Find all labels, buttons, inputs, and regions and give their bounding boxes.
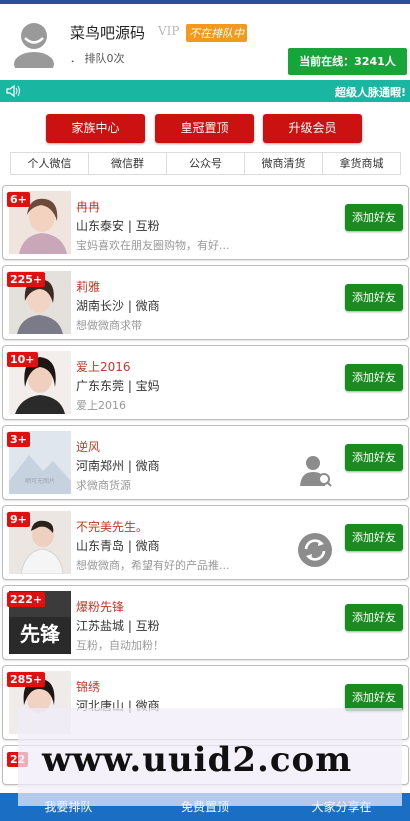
tab-wholesale-mall[interactable]: 拿货商城 — [323, 153, 400, 174]
list-item[interactable]: 9+ 不完美先生。 山东青岛 | 微商 想做微商，希望有好的产品推... 添加好… — [2, 505, 409, 580]
list-item[interactable]: 10+ 爱上2016 广东东莞 | 宝妈 爱上2016 添加好友 — [2, 345, 409, 420]
add-friend-button[interactable]: 添加好友 — [345, 204, 403, 231]
refresh-icon[interactable] — [297, 532, 333, 568]
count-badge: 6+ — [7, 192, 30, 207]
user-name[interactable]: 逆风 — [76, 438, 100, 455]
user-region: 山东泰安 | 互粉 — [76, 219, 160, 233]
list-item[interactable]: 225+ 莉雅 湖南长沙 | 微商 想做微商求带 添加好友 — [2, 265, 409, 340]
count-badge: 222+ — [7, 592, 46, 607]
add-friend-button[interactable]: 添加好友 — [345, 684, 403, 711]
speaker-icon — [6, 84, 20, 98]
count-badge: 225+ — [7, 272, 46, 287]
user-description: 想做微商求带 — [76, 319, 142, 332]
online-count-button[interactable]: 当前在线：3241人 — [288, 48, 407, 75]
user-name[interactable]: 锦绣 — [76, 678, 100, 695]
user-photo-text: 先锋 — [20, 622, 61, 646]
site-name: 菜鸟吧源码 — [70, 24, 146, 42]
count-badge: 285+ — [7, 672, 46, 687]
add-friend-button[interactable]: 添加好友 — [345, 364, 403, 391]
profile-header: 菜鸟吧源码 VIP 不在排队中 ． 排队0次 当前在线：3241人 — [0, 4, 410, 76]
add-friend-button[interactable]: 添加好友 — [345, 284, 403, 311]
user-name[interactable]: 爆粉先锋 — [76, 598, 124, 615]
user-description: 爱上2016 — [76, 399, 126, 412]
count-badge: 10+ — [7, 352, 38, 367]
family-center-button[interactable]: 家族中心 — [46, 114, 145, 143]
queue-count: ． 排队0次 — [70, 52, 125, 65]
list-item[interactable]: 先锋 222+ 爆粉先锋 江苏盐城 | 互粉 互粉，自动加粉！ 添加好友 — [2, 585, 409, 660]
add-friend-button[interactable]: 添加好友 — [345, 524, 403, 551]
list-item[interactable]: 6+ 冉冉 山东泰安 | 互粉 宝妈喜欢在朋友圈购物，有好... 添加好友 — [2, 185, 409, 260]
notice-bar: 超级人脉通暇! — [0, 80, 410, 102]
user-region: 广东东莞 | 宝妈 — [76, 379, 160, 393]
user-description: 求微商货源 — [76, 479, 131, 492]
notice-text: 超级人脉通暇! — [334, 86, 406, 99]
count-badge: 9+ — [7, 512, 30, 527]
avatar-icon[interactable] — [13, 20, 55, 68]
crown-top-button[interactable]: 皇冠置顶 — [155, 114, 254, 143]
user-description: 互粉，自动加粉！ — [76, 639, 164, 652]
user-search-icon[interactable] — [297, 452, 333, 488]
user-name[interactable]: 冉冉 — [76, 198, 100, 215]
user-list: 6+ 冉冉 山东泰安 | 互粉 宝妈喜欢在朋友圈购物，有好... 添加好友 22… — [2, 185, 409, 790]
count-badge: 3+ — [7, 432, 30, 447]
category-tabs: 个人微信 微信群 公众号 微商清货 拿货商城 — [10, 152, 401, 175]
user-region: 河南郑州 | 微商 — [76, 459, 160, 473]
placeholder-photo-text: 晒可无图片 — [25, 477, 55, 485]
tab-official-account[interactable]: 公众号 — [167, 153, 245, 174]
user-name[interactable]: 莉雅 — [76, 278, 100, 295]
user-region: 山东青岛 | 微商 — [76, 539, 160, 553]
user-region: 湖南长沙 | 微商 — [76, 299, 160, 313]
user-name[interactable]: 不完美先生。 — [76, 518, 148, 535]
add-friend-button[interactable]: 添加好友 — [345, 604, 403, 631]
tab-wechat-group[interactable]: 微信群 — [89, 153, 167, 174]
watermark-text: www.uuid2.com — [42, 740, 353, 780]
tab-personal-wechat[interactable]: 个人微信 — [11, 153, 89, 174]
list-item[interactable]: 晒可无图片 3+ 逆风 河南郑州 | 微商 求微商货源 添加好友 — [2, 425, 409, 500]
user-description: 宝妈喜欢在朋友圈购物，有好... — [76, 239, 230, 252]
user-region: 江苏盐城 | 互粉 — [76, 619, 160, 633]
user-description: 想做微商，希望有好的产品推... — [76, 559, 230, 572]
tab-clearance[interactable]: 微商清货 — [245, 153, 323, 174]
vip-label: VIP — [158, 24, 180, 38]
user-name[interactable]: 爱上2016 — [76, 358, 131, 375]
action-buttons: 家族中心 皇冠置顶 升级会员 — [0, 114, 410, 152]
add-friend-button[interactable]: 添加好友 — [345, 444, 403, 471]
upgrade-member-button[interactable]: 升级会员 — [263, 114, 362, 143]
queue-status-badge: 不在排队中 — [186, 24, 247, 42]
